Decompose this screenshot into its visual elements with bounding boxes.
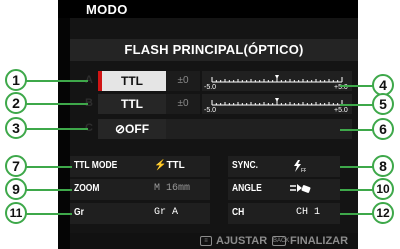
callout-leader-5	[340, 104, 374, 106]
ttl-mode-setting[interactable]: TTL MODE ⚡TTL	[70, 156, 210, 177]
callout-1: 1	[5, 69, 27, 91]
mode-label: TTL	[121, 74, 143, 88]
mode-label: ⊘OFF	[114, 122, 150, 136]
channel-value: CH 1	[296, 207, 321, 218]
zoom-setting[interactable]: ZOOM M 16mm	[70, 179, 210, 200]
callout-10: 10	[372, 178, 394, 200]
callout-5: 5	[372, 93, 394, 115]
section-header: FLASH PRINCIPAL(ÓPTICO)	[70, 39, 358, 61]
angle-setting[interactable]: ANGLE	[228, 179, 340, 200]
callout-3: 3	[5, 117, 27, 139]
angle-label: ANGLE	[232, 183, 262, 194]
callout-leader-1	[26, 80, 88, 82]
callout-leader-2	[26, 103, 88, 105]
callout-6: 6	[372, 118, 394, 140]
adjust-hint: AJUSTAR	[216, 235, 268, 247]
sync-setting[interactable]: SYNC. FP	[228, 156, 340, 177]
zoom-value: M 16mm	[154, 183, 191, 194]
group-row-a[interactable]: A TTL ±0 -5.0 +5.0	[70, 70, 358, 92]
high-speed-sync-icon: FP	[292, 159, 308, 176]
callout-leader-9	[26, 189, 72, 191]
group-row-c[interactable]: C ⊘OFF	[70, 118, 358, 140]
compensation-value[interactable]: ±0	[166, 71, 200, 91]
zoom-label: ZOOM	[74, 183, 100, 194]
scale-graphic: -5.0 +5.0	[204, 98, 348, 114]
callout-leader-7	[26, 166, 72, 168]
compensation-scale[interactable]: -5.0 +5.0	[202, 71, 352, 91]
channel-label: CH	[232, 207, 245, 218]
group-setting[interactable]: Gr Gr A	[70, 203, 210, 224]
selection-indicator	[98, 71, 102, 91]
scale-pointer	[275, 98, 279, 102]
callout-leader-12	[340, 213, 374, 215]
empty-compensation-field	[166, 119, 352, 139]
group-label: Gr	[74, 207, 84, 218]
compensation-scale[interactable]: -5.0 +5.0	[202, 94, 352, 114]
scale-pointer	[275, 75, 279, 79]
section-title: FLASH PRINCIPAL(ÓPTICO)	[124, 42, 304, 57]
scale-min-label: -5.0	[204, 84, 216, 91]
menu-ok-button-icon: ≡	[200, 236, 212, 246]
flash-settings-screen: MODO FLASH PRINCIPAL(ÓPTICO) A TTL ±0 -5…	[58, 0, 358, 249]
back-button-icon: BACK	[272, 236, 290, 246]
callout-8: 8	[372, 155, 394, 177]
callout-9: 9	[5, 178, 27, 200]
group-value: Gr A	[154, 207, 179, 218]
page-title: MODO	[86, 2, 128, 17]
callout-leader-11	[26, 213, 72, 215]
scale-graphic: -5.0 +5.0	[204, 75, 348, 91]
mode-selector[interactable]: ⊘OFF	[98, 119, 166, 139]
scale-min-label: -5.0	[204, 107, 216, 114]
callout-leader-6	[340, 129, 374, 131]
sync-label: SYNC.	[232, 160, 258, 171]
scale-max-label: +5.0	[334, 107, 348, 114]
callout-leader-10	[340, 189, 374, 191]
group-row-b[interactable]: B TTL ±0 -5.0 +5.0	[70, 93, 358, 115]
ttl-mode-value: ⚡TTL	[154, 160, 185, 171]
mode-selector[interactable]: TTL	[98, 94, 166, 114]
callout-leader-4	[340, 85, 374, 87]
mode-label: TTL	[121, 97, 143, 111]
svg-text:FP: FP	[301, 168, 306, 173]
callout-12: 12	[372, 202, 394, 224]
flash-angle-icon	[290, 182, 312, 199]
callout-2: 2	[5, 92, 27, 114]
finish-hint: FINALIZAR	[290, 235, 349, 247]
mode-selector[interactable]: TTL	[98, 71, 166, 91]
ttl-mode-label: TTL MODE	[74, 160, 118, 171]
top-bar: MODO	[58, 0, 358, 18]
callout-leader-8	[340, 166, 374, 168]
channel-setting[interactable]: CH CH 1	[228, 203, 340, 224]
callout-7: 7	[5, 155, 27, 177]
callout-leader-3	[26, 128, 88, 130]
callout-11: 11	[5, 202, 27, 224]
footer-bar: ≡ AJUSTAR BACK FINALIZAR	[70, 233, 358, 249]
compensation-value[interactable]: ±0	[166, 94, 200, 114]
